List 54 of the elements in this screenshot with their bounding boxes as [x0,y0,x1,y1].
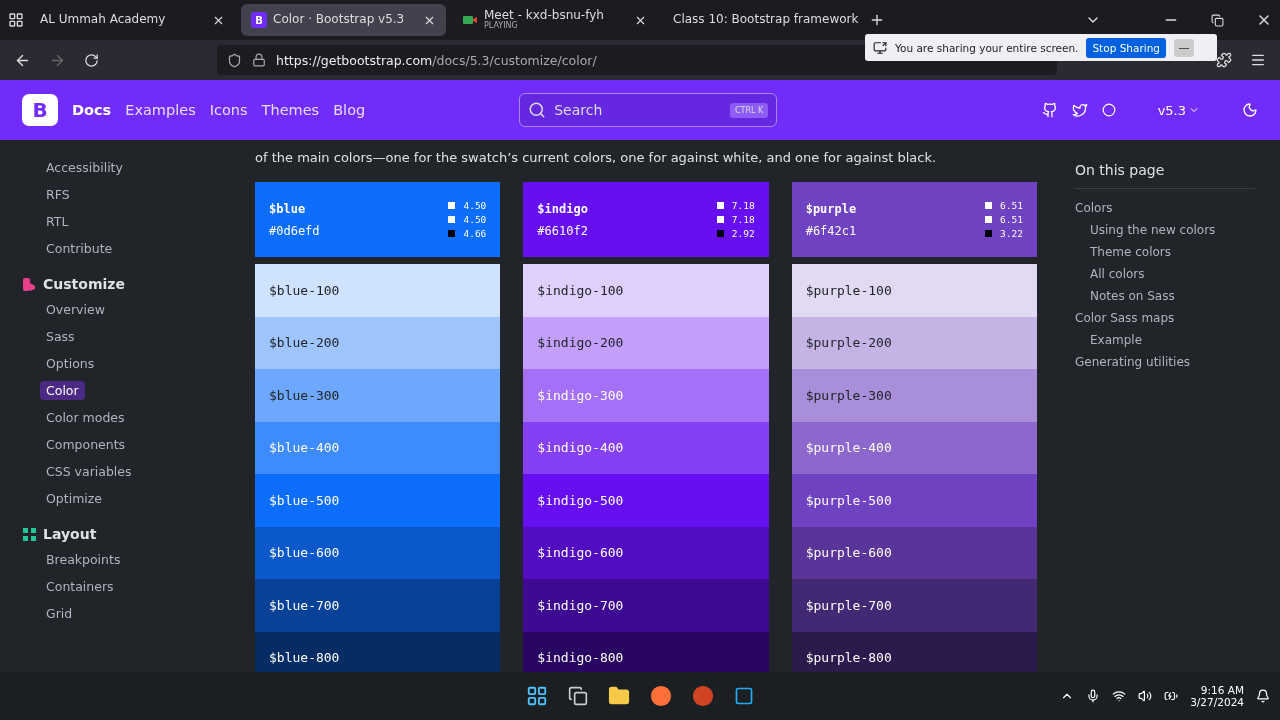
shade-swatch: $indigo-600 [523,526,769,579]
shade-swatch: $purple-100 [791,264,1037,317]
shade-swatch: $indigo-400 [523,421,769,474]
shade-swatch: $purple-600 [791,526,1037,579]
color-name: $blue [269,201,307,216]
tab-title: Color · Bootstrap v5.3 [273,13,406,27]
shade-swatch: $blue-100 [255,264,501,317]
clock-time: 9:16 AM [1200,684,1244,696]
shade-swatch: $purple-800 [791,631,1037,672]
bootstrap-favicon: B [251,12,267,28]
contrast-ratio: 4.66 [463,228,487,239]
color-hex: #6610f2 [537,223,589,238]
intro-text: of the main colors—one for the swatch’s current colors, one for against white, and one for against black. [255,150,938,165]
shade-swatch: $purple-400 [791,421,1037,474]
url-text: https://getbootstrap.com/docs/5.3/customize/color/ [276,52,597,68]
shade-swatch: $indigo-500 [523,474,769,527]
color-name: $indigo [537,201,589,216]
shade-swatch: $blue-300 [255,369,501,422]
tab-title: Meet - kxd-bsnu-fyh [484,9,605,22]
contrast-ratio: 7.18 [731,214,755,225]
shade-swatch: $blue-700 [255,579,501,632]
color-name: $purple [805,201,858,216]
color-hex: #0d6efd [269,223,321,238]
tab-title: Class 10: Bootstrap framework [673,13,859,27]
shade-swatch: $purple-700 [791,579,1037,632]
clock-date: 3/27/2024 [1190,696,1244,708]
shade-swatch: $purple-200 [791,316,1037,369]
shade-swatch: $blue-400 [255,421,501,474]
shade-swatch: $indigo-800 [523,631,769,672]
shade-swatch: $blue-500 [255,474,501,527]
contrast-ratio: 7.18 [731,200,755,211]
tab-title: AL Ummah Academy [40,13,167,27]
contrast-ratio: 6.51 [1000,200,1023,211]
color-hex: #6f42c1 [805,223,858,238]
contrast-ratio: 3.22 [1000,228,1023,239]
sidebar-heading: Customize [43,276,125,292]
toc-title: On this page [1075,162,1255,189]
contrast-ratio: 4.50 [463,200,487,211]
contrast-ratio: 6.51 [1000,214,1023,225]
shade-swatch: $blue-200 [255,316,501,369]
contrast-ratio: 4.50 [463,214,487,225]
shade-swatch: $blue-800 [255,631,501,672]
shade-swatch: $indigo-700 [523,579,769,632]
shortcut-badge: CTRL K [729,102,769,118]
contrast-ratio: 2.92 [731,228,755,239]
sidebar-heading: Layout [43,526,97,542]
tab-subtitle: PLAYING [484,22,519,31]
shade-swatch: $indigo-300 [523,369,769,422]
shade-swatch: $purple-300 [791,369,1037,422]
shade-swatch: $purple-500 [791,474,1037,527]
search-placeholder: Search [554,102,603,118]
shade-swatch: $indigo-100 [523,264,769,317]
shade-swatch: $indigo-200 [523,316,769,369]
shade-swatch: $blue-600 [255,526,501,579]
